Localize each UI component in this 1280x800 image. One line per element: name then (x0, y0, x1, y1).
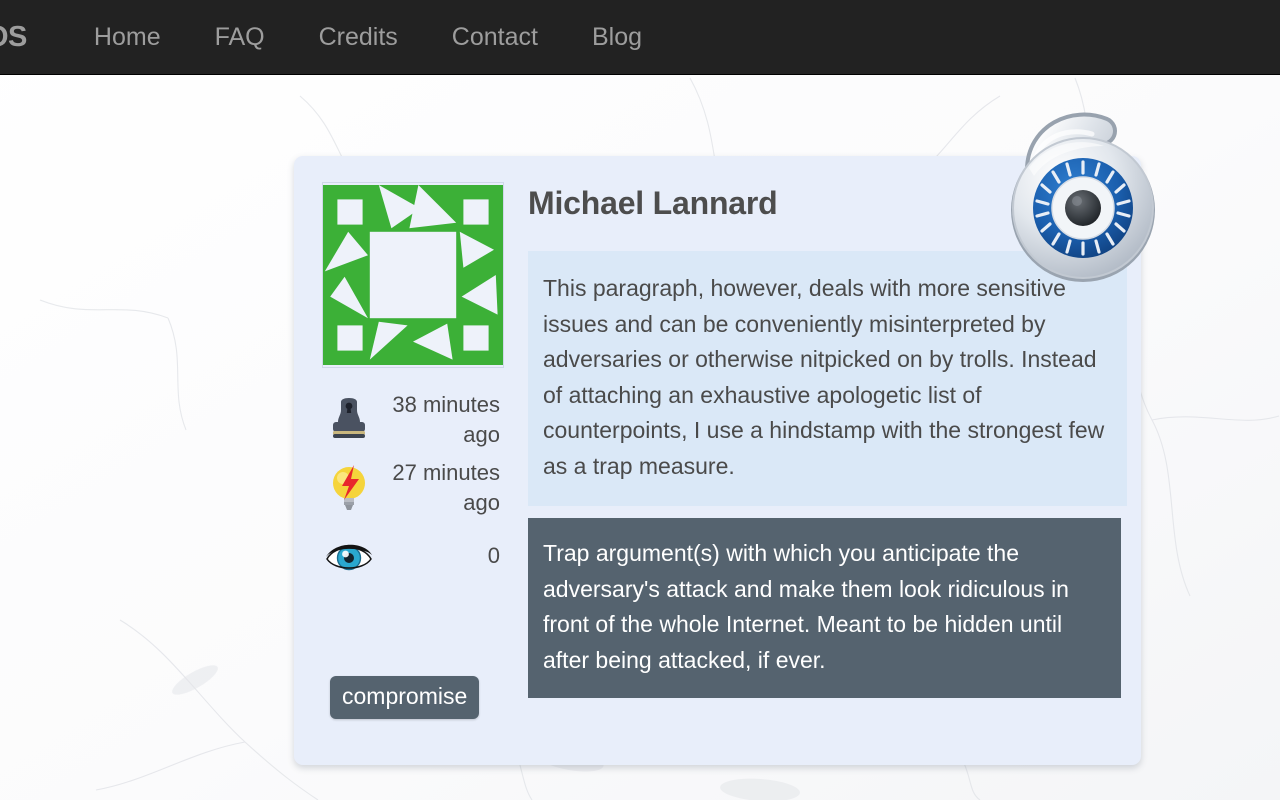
meta-stamped-label: 38 minutes ago (392, 392, 500, 447)
nav-link-faq[interactable]: FAQ (188, 24, 292, 50)
trap-argument-block: Trap argument(s) with which you anticipa… (528, 518, 1121, 699)
compromise-button[interactable]: compromise (330, 676, 480, 719)
meta-updated-label: 27 minutes ago (392, 460, 500, 515)
nav-link-list: Home FAQ Credits Contact Blog (67, 24, 669, 50)
site-logo[interactable]: OS (0, 22, 37, 52)
nav-item: Blog (565, 24, 669, 50)
nav-item: Contact (425, 24, 565, 50)
nav-item: Credits (292, 24, 425, 50)
nav-item: FAQ (188, 24, 292, 50)
lightbulb-bolt-icon (322, 465, 376, 511)
card-right-column: Michael Lannard This paragraph, however,… (504, 182, 1127, 765)
nav-link-blog[interactable]: Blog (565, 24, 669, 50)
nav-link-contact[interactable]: Contact (425, 24, 565, 50)
nav-link-credits[interactable]: Credits (292, 24, 425, 50)
identicon-avatar (322, 182, 504, 368)
meta-stamped-time: 38 minutes ago (322, 390, 504, 450)
hindstamp-card: 38 minutes ago 27 minutes ago 0 Michael … (294, 156, 1141, 765)
eye-icon (322, 538, 376, 574)
author-name: Michael Lannard (528, 185, 778, 221)
stamp-icon (322, 398, 376, 442)
meta-updated-time: 27 minutes ago (322, 458, 504, 518)
nav-item: Home (67, 24, 188, 50)
meta-view-count: 0 (322, 526, 504, 586)
card-footer: compromise (330, 676, 480, 719)
meta-view-label: 0 (487, 543, 500, 568)
meta-list: 38 minutes ago 27 minutes ago 0 (322, 390, 504, 586)
hindstamp-quote: This paragraph, however, deals with more… (528, 251, 1127, 507)
nav-link-home[interactable]: Home (67, 24, 188, 50)
top-navbar: OS Home FAQ Credits Contact Blog (0, 0, 1280, 75)
